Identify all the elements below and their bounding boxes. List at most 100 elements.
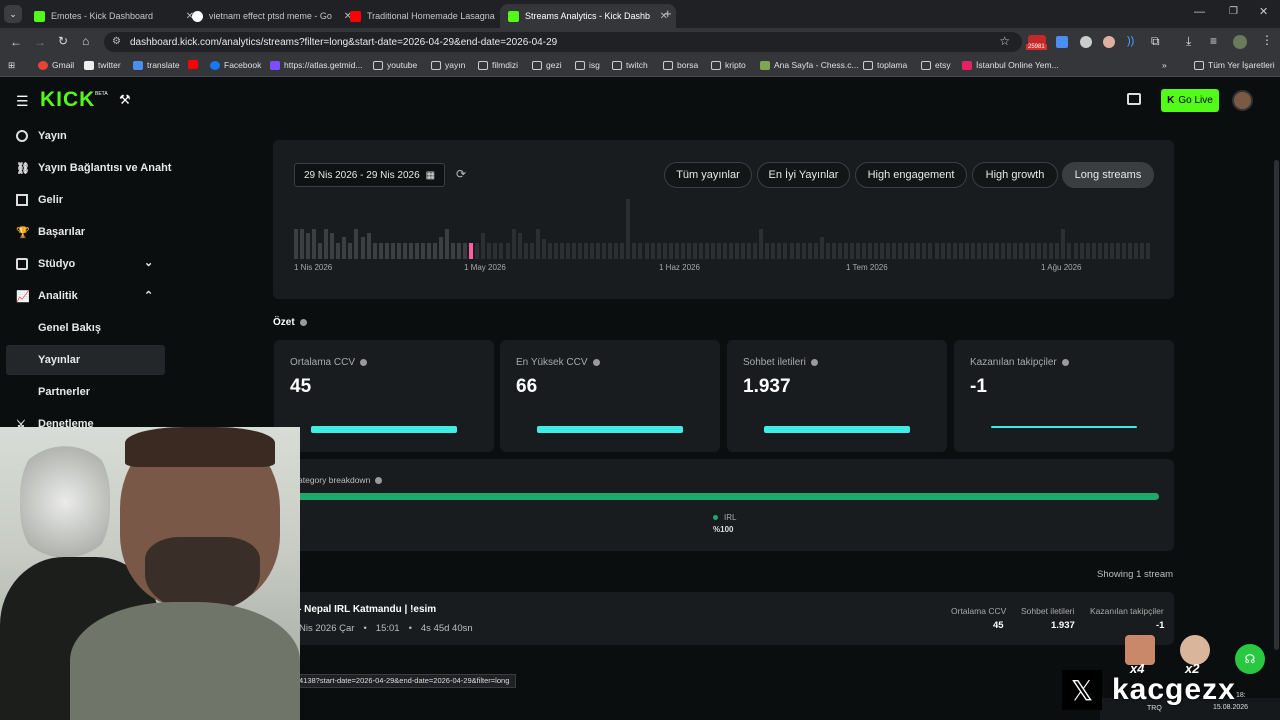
bookmark-folder[interactable]: youtube (373, 60, 417, 70)
timeline-stream-bar[interactable] (1079, 243, 1084, 259)
timeline-stream-bar[interactable] (1073, 243, 1078, 259)
timeline-stream-bar[interactable] (517, 233, 522, 259)
chip-all-streams[interactable]: Tüm yayınlar (664, 162, 752, 188)
timeline-stream-bar[interactable] (439, 237, 443, 259)
timeline-stream-bar[interactable] (1133, 243, 1138, 259)
timeline-stream-bar[interactable] (1055, 243, 1060, 259)
timeline-stream-bar[interactable] (723, 243, 727, 259)
info-icon[interactable] (810, 358, 818, 366)
sidebar-item-genel-bakis[interactable]: Genel Bakış (16, 313, 166, 343)
timeline-stream-bar[interactable] (855, 243, 860, 259)
timeline-stream-bar[interactable] (692, 243, 697, 259)
go-live-button[interactable]: K Go Live (1161, 89, 1219, 112)
timeline-stream-bar[interactable] (294, 229, 298, 259)
timeline-stream-bar[interactable] (1115, 243, 1120, 259)
timeline-stream-bar[interactable] (813, 243, 818, 259)
timeline-stream-bar[interactable] (1013, 243, 1017, 259)
timeline-stream-bar[interactable] (698, 243, 703, 259)
timeline-stream-bar[interactable] (414, 243, 419, 259)
timeline-stream-bar[interactable] (1146, 243, 1150, 259)
timeline-stream-bar[interactable] (1043, 243, 1048, 259)
timeline-stream-bar[interactable] (300, 229, 304, 259)
sidebar-item-studyo[interactable]: Stüdyo ⌄ (16, 249, 166, 279)
timeline-stream-bar[interactable] (318, 243, 323, 259)
timeline-stream-bar[interactable] (626, 199, 631, 259)
timeline-stream-bar[interactable] (644, 243, 649, 259)
apps-grid-icon[interactable]: ⊞ (8, 60, 15, 71)
timeline-stream-bar[interactable] (922, 243, 927, 259)
timeline-stream-bar[interactable] (940, 243, 945, 259)
timeline-stream-bar[interactable] (668, 243, 673, 259)
timeline-stream-bar[interactable] (553, 243, 558, 259)
timeline-stream-bar[interactable] (807, 243, 812, 259)
timeline-stream-bar[interactable] (837, 243, 842, 259)
timeline-stream-bar[interactable] (602, 243, 607, 259)
timeline-stream-bar[interactable] (324, 229, 329, 259)
timeline-stream-bar[interactable] (348, 243, 353, 259)
url-bar[interactable]: ⚙ dashboard.kick.com/analytics/streams?f… (104, 32, 1022, 52)
timeline-stream-bar[interactable] (499, 243, 504, 259)
chip-high-engagement[interactable]: High engagement (855, 162, 967, 188)
bookmark-folder[interactable]: twitch (612, 60, 648, 70)
tab-google[interactable]: vietnam effect ptsd meme - Go ✕ (184, 4, 360, 28)
page-scrollbar[interactable] (1274, 160, 1279, 650)
timeline-stream-bar[interactable] (384, 243, 389, 259)
translate-extension-icon[interactable] (1056, 36, 1068, 48)
bookmark-folder[interactable]: yayın (431, 60, 465, 70)
timeline-stream-bar[interactable] (1103, 243, 1108, 259)
profile-avatar[interactable] (1233, 35, 1247, 49)
timeline-stream-bar[interactable] (445, 229, 450, 259)
timeline-stream-bar[interactable] (608, 243, 613, 259)
timeline-stream-bar[interactable] (390, 243, 395, 259)
timeline-stream-bar[interactable] (916, 243, 921, 259)
timeline-stream-bar[interactable] (1085, 243, 1090, 259)
timeline-stream-bar[interactable] (523, 243, 528, 259)
sidebar-item-yayinlar[interactable]: Yayınlar (6, 345, 165, 375)
sidebar-item-yayin[interactable]: Yayın (16, 121, 166, 151)
timeline-stream-bar[interactable] (686, 243, 691, 259)
timeline-stream-bar[interactable] (656, 243, 661, 259)
sidebar-item-partnerler[interactable]: Partnerler (16, 377, 166, 407)
bookmark-folder[interactable]: etsy (921, 60, 951, 70)
extension-icon[interactable] (1103, 36, 1115, 48)
timeline-stream-bar[interactable] (559, 243, 564, 259)
timeline-stream-bar[interactable] (584, 243, 588, 259)
timeline-stream-bar[interactable] (777, 243, 782, 259)
timeline-stream-bar[interactable] (958, 243, 963, 259)
tab-youtube[interactable]: Traditional Homemade Lasagna✕ (342, 4, 518, 28)
timeline-stream-bar[interactable] (493, 243, 498, 259)
more-bookmarks-icon[interactable]: » (1162, 60, 1167, 70)
timeline-stream-bar[interactable] (366, 233, 371, 259)
timeline-stream-bar[interactable] (795, 243, 800, 259)
timeline-stream-bar[interactable] (650, 243, 655, 259)
timeline-stream-bar[interactable] (765, 243, 770, 259)
timeline-stream-bar[interactable] (336, 243, 341, 259)
timeline-stream-bar[interactable] (747, 243, 752, 259)
site-info-icon[interactable]: ⚙ (112, 36, 121, 47)
timeline-stream-bar[interactable] (312, 229, 317, 259)
timeline-stream-bar[interactable] (1067, 243, 1072, 259)
bookmark-youtube[interactable] (188, 60, 202, 69)
timeline-stream-bar[interactable] (433, 243, 437, 259)
all-bookmarks[interactable]: Tüm Yer İşaretleri (1194, 60, 1275, 70)
timeline-stream-bar[interactable] (578, 243, 582, 259)
hamburger-menu-icon[interactable]: ☰ (16, 93, 29, 110)
timeline-stream-bar[interactable] (970, 243, 975, 259)
info-icon[interactable] (375, 477, 383, 485)
timeline-stream-bar[interactable] (825, 243, 830, 259)
sidebar-item-basarilar[interactable]: 🏆 Başarılar (16, 217, 166, 247)
timeline-stream-bar[interactable] (306, 233, 311, 259)
timeline-stream-bar[interactable] (1091, 243, 1096, 259)
timeline-stream-bar[interactable] (892, 243, 897, 259)
info-icon[interactable] (299, 318, 307, 326)
timeline-stream-bar[interactable] (1000, 243, 1005, 259)
timeline-stream-bar[interactable] (426, 243, 431, 259)
new-tab-icon[interactable]: + (664, 6, 672, 21)
timeline-stream-bar[interactable] (1139, 243, 1144, 259)
tab-emotes[interactable]: Emotes - Kick Dashboard ✕ (26, 4, 202, 28)
home-icon[interactable]: ⌂ (82, 34, 89, 48)
bookmark-atlas[interactable]: https://atlas.getmid... (270, 60, 362, 70)
bookmark-folder[interactable]: kripto (711, 60, 746, 70)
timeline-stream-bar[interactable] (487, 243, 492, 259)
bookmark-chess[interactable]: Ana Sayfa - Chess.c... (760, 60, 859, 70)
